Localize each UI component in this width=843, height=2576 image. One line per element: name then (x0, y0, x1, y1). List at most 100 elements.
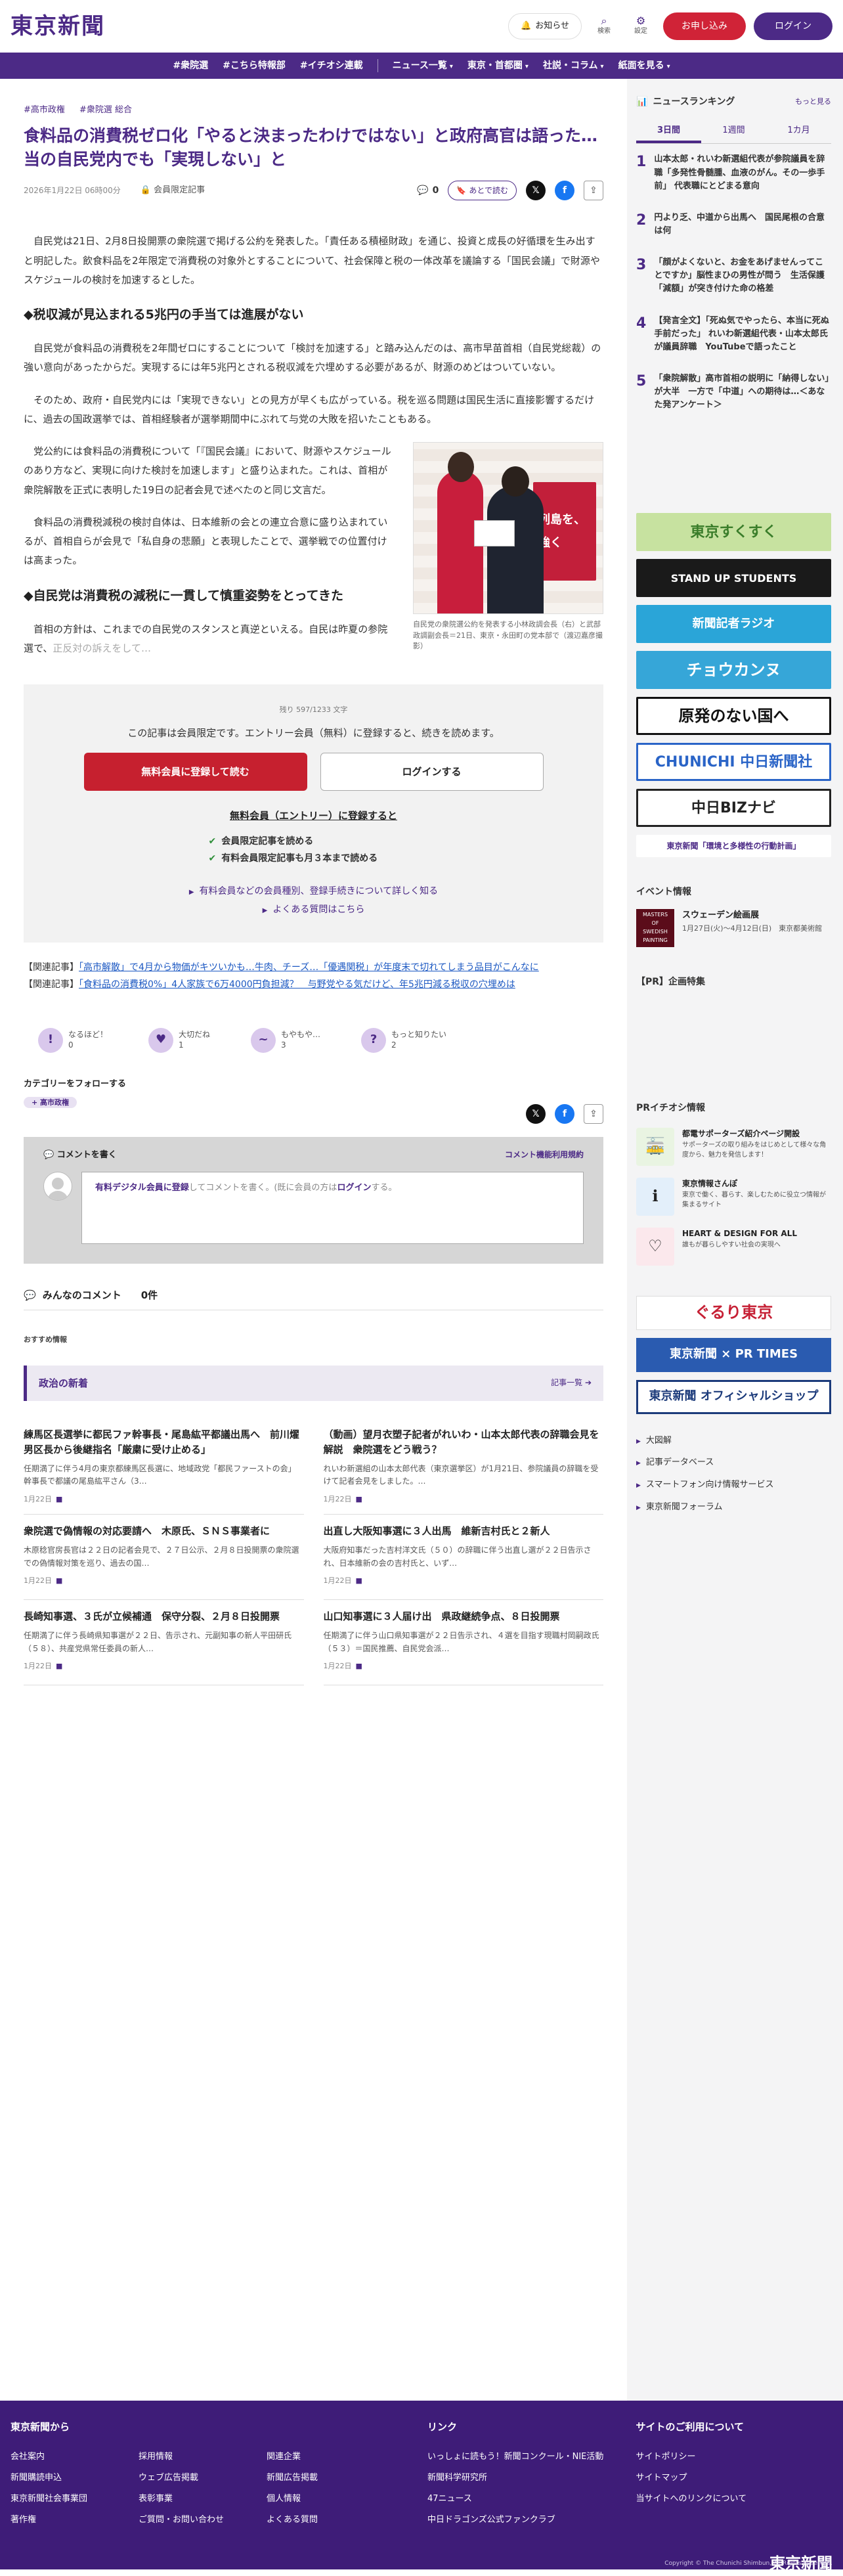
nav-item-paper[interactable]: 紙面を見る ▾ (618, 58, 670, 73)
reaction-naruhodo[interactable]: ! なるほど！ 0 (38, 1027, 108, 1053)
pr-item[interactable]: ℹ 東京情報さんぽ 東京で働く、暮らす、楽しむために役立つ情報が集まるサイト (636, 1177, 831, 1216)
footer-link[interactable]: 47ニュース (427, 2489, 636, 2510)
ranking-item[interactable]: 4 【発言全文】「死ぬ気でやったら、本当に死ぬ手前だった」 れいわ新選組代表・山本… (636, 305, 831, 363)
news-card[interactable]: 衆院選で偽情報の対応要請へ 木原氏、ＳＮＳ事業者に 木原稔官房長官は２２日の記者会… (24, 1515, 304, 1601)
tag-takaichi[interactable]: 高市政権 (24, 104, 65, 118)
news-card-title[interactable]: 長崎知事選、３氏が立候補通 保守分裂、２月８日投開票 (24, 1609, 304, 1624)
comment-input[interactable]: 有料デジタル会員に登録してコメントを書く。(既に会員の方はログインする。 (81, 1172, 584, 1245)
footer-link[interactable]: 新聞広告掲載 (267, 2468, 368, 2489)
tab-3days[interactable]: 3日間 (636, 118, 701, 144)
settings-button[interactable]: ⚙ 設定 (626, 16, 655, 37)
footer-link[interactable]: 表彰事業 (139, 2489, 240, 2510)
ranking-more-link[interactable]: もっと見る (795, 96, 831, 108)
pr-item[interactable]: 🚋 都電サポーターズ紹介ページ開設 サポーターズの取り組みをはじめとして様々な角度… (636, 1127, 831, 1166)
article-list-link[interactable]: 記事一覧 ➔ (551, 1377, 592, 1389)
footer-link[interactable]: 新聞購読申込 (11, 2468, 112, 2489)
ranking-item[interactable]: 3 「顔がよくないと、お金をあげませんってことですか」脳性まひの男性が問う 生活保… (636, 247, 831, 305)
nav-item-editorial[interactable]: 社説・コラム ▾ (543, 58, 604, 73)
register-free-button[interactable]: 無料会員に登録して読む (83, 752, 307, 791)
banner-prtimes[interactable]: 東京新聞 × PR TIMES (636, 1337, 831, 1372)
ranking-item[interactable]: 1 山本太郎・れいわ新選組代表が参院議員を辞職「多発性骨髄腫、血液のがん。その一歩… (636, 144, 831, 202)
comment-count[interactable]: 💬 0 (417, 183, 439, 198)
article-photo[interactable]: 列島を、強く 自民党の衆院選公約を発表する小林政調会長（右）と武部政調副会長＝2… (413, 442, 603, 652)
link-daizukai[interactable]: ▶ 大図解 (636, 1436, 672, 1446)
news-card[interactable]: 練馬区長選挙に都民ファ幹事長・尾島紘平都議出馬へ 前川燿男区長から後継指名「厳粛… (24, 1418, 304, 1515)
login-button[interactable]: ログイン (754, 12, 832, 40)
footer-link[interactable]: 関連企業 (267, 2447, 368, 2468)
footer-link[interactable]: 当サイトへのリンクについて (636, 2489, 832, 2510)
link-database[interactable]: ▶ 記事データベース (636, 1457, 714, 1467)
nav-item-tokyo[interactable]: 東京・首都圏 ▾ (467, 58, 529, 73)
event-item[interactable]: MASTERS OF SWEDISH PAINTING スウェーデン絵画展 1月… (636, 908, 831, 947)
footer-link[interactable]: ご質問・お問い合わせ (139, 2510, 240, 2531)
paywall-login-button[interactable]: ログインする (320, 752, 544, 791)
news-card-title[interactable]: 練馬区長選挙に都民ファ幹事長・尾島紘平都議出馬へ 前川燿男区長から後継指名「厳粛… (24, 1427, 304, 1458)
footer-link[interactable]: 東京新聞社会事業団 (11, 2489, 112, 2510)
footer-link[interactable]: 採用情報 (139, 2447, 240, 2468)
comment-guideline-link[interactable]: コメント機能利用規約 (505, 1149, 584, 1163)
nav-item-tokuho[interactable]: #こちら特報部 (223, 58, 286, 73)
related-link[interactable]: 「高市解散」で4月から物価がキツいかも…牛肉、チーズ…「優遇関税」が年度末で切れ… (79, 962, 539, 973)
news-card[interactable]: 出直し大阪知事選に３人出馬 維新吉村氏と２新人 大阪府知事だった吉村洋文氏（５０）… (323, 1515, 604, 1601)
date-text: 1月22日 (323, 1494, 352, 1503)
reaction-shiritai[interactable]: ? もっと知りたい 2 (361, 1027, 446, 1053)
footer-link[interactable]: いっしょに読もう！新聞コンクール・NIE活動 (427, 2447, 636, 2468)
faq-link[interactable]: ▶ よくある質問はこちら (263, 904, 365, 915)
ranking-item[interactable]: 2 円より乏、中道から出馬へ 国民尾根の合意は何 (636, 202, 831, 247)
nav-item-election[interactable]: #衆院選 (173, 58, 208, 73)
banner-no-nuclear[interactable]: 原発のない国へ (636, 697, 831, 736)
tab-1month[interactable]: 1カ月 (766, 118, 831, 143)
x-share-icon[interactable]: 𝕏 (526, 1104, 546, 1124)
footer-link[interactable]: 中日ドラゴンズ公式ファンクラブ (427, 2510, 636, 2531)
share-icon[interactable]: ⇪ (584, 1104, 603, 1124)
news-card[interactable]: 長崎知事選、３氏が立候補通 保守分裂、２月８日投開票 任期満了に伴う長崎県知事選が… (24, 1600, 304, 1686)
notice-button[interactable]: 🔔 お知らせ (508, 13, 582, 39)
footer-link[interactable]: 著作権 (11, 2510, 112, 2531)
read-later-button[interactable]: 🔖 あとで読む (448, 181, 517, 201)
banner-action-plan[interactable]: 東京新聞「環境と多様性の行動計画」 (636, 835, 831, 858)
tag-election[interactable]: 衆院選 総合 (79, 104, 132, 118)
nav-item-series[interactable]: #イチオシ連載 (300, 58, 363, 73)
news-card[interactable]: （動画）望月衣塑子記者がれいわ・山本太郎代表の辞職会見を解説 衆院選をどう戦う？… (323, 1418, 604, 1515)
banner-official-shop[interactable]: 東京新聞 オフィシャルショップ (636, 1379, 831, 1414)
x-share-icon[interactable]: 𝕏 (526, 181, 546, 201)
banner-gururi-tokyo[interactable]: ぐるり東京 (636, 1295, 831, 1330)
subscribe-button[interactable]: お申し込み (663, 12, 746, 40)
footer-link[interactable]: サイトポリシー (636, 2447, 832, 2468)
footer-link[interactable]: 新聞科学研究所 (427, 2468, 636, 2489)
banner-biz-navi[interactable]: 中日BIZナビ (636, 789, 831, 828)
footer-link[interactable]: サイトマップ (636, 2468, 832, 2489)
share-icon[interactable]: ⇪ (584, 181, 603, 201)
footer-link[interactable]: よくある質問 (267, 2510, 368, 2531)
banner-podcast[interactable]: 新聞記者ラジオ (636, 605, 831, 644)
related-link[interactable]: 「食料品の消費税0%」4人家族で6万4000円負担減？ 与野党やる気だけど、年5… (79, 979, 515, 990)
tab-1week[interactable]: 1週間 (701, 118, 766, 143)
news-card-title[interactable]: 山口知事選に３人届け出 県政継続争点、８日投開票 (324, 1609, 604, 1624)
news-card-title[interactable]: （動画）望月衣塑子記者がれいわ・山本太郎代表の辞職会見を解説 衆院選をどう戦う？ (324, 1427, 604, 1458)
footer-link[interactable]: 会社案内 (11, 2447, 112, 2468)
search-button[interactable]: ⌕ 検索 (590, 16, 618, 37)
pr-item[interactable]: ♡ HEART & DESIGN FOR ALL 誰もが暮らしやすい社会の実現へ (636, 1227, 831, 1266)
membership-info-link[interactable]: ▶ 有料会員などの会員種別、登録手続きについて詳しく知る (189, 886, 438, 897)
register-paid-link[interactable]: 有料デジタル会員に登録 (95, 1183, 189, 1193)
ranking-item[interactable]: 5 「衆院解散」高市首相の説明に「納得しない」が大半 一方で「中道」への期待は…＜… (636, 363, 831, 421)
news-card-title[interactable]: 衆院選で偽情報の対応要請へ 木原氏、ＳＮＳ事業者に (24, 1524, 304, 1539)
nav-item-news-list[interactable]: ニュース一覧 ▾ (393, 58, 453, 73)
news-card-title[interactable]: 出直し大阪知事選に３人出馬 維新吉村氏と２新人 (324, 1524, 604, 1539)
footer-link[interactable]: ウェブ広告掲載 (139, 2468, 240, 2489)
facebook-share-icon[interactable]: f (555, 181, 574, 201)
news-card[interactable]: 山口知事選に３人届け出 県政継続争点、８日投開票 任期満了に伴う山口県知事選が２２… (323, 1600, 604, 1686)
banner-sukusuku[interactable]: 東京すくすく (636, 513, 831, 552)
link-smartphone[interactable]: ▶ スマートフォン向け情報サービス (636, 1480, 774, 1490)
banner-chunichi[interactable]: CHUNICHI 中日新聞社 (636, 743, 831, 782)
site-logo[interactable]: 東京新聞 (11, 9, 105, 44)
reaction-moyamoya[interactable]: ~ もやもや… 3 (251, 1027, 320, 1053)
link-forum[interactable]: ▶ 東京新聞フォーラム (636, 1502, 723, 1512)
reaction-taisetsu[interactable]: ♥ 大切だね 1 (148, 1027, 210, 1053)
banner-standup-students[interactable]: STAND UP STUDENTS (636, 559, 831, 598)
follow-tag-button[interactable]: + 高市政権 (24, 1096, 77, 1109)
comment-login-link[interactable]: ログイン (337, 1183, 371, 1193)
banner-chokanu[interactable]: チョウカンヌ (636, 651, 831, 690)
footer-link[interactable]: 個人情報 (267, 2489, 368, 2510)
facebook-share-icon[interactable]: f (555, 1104, 574, 1124)
